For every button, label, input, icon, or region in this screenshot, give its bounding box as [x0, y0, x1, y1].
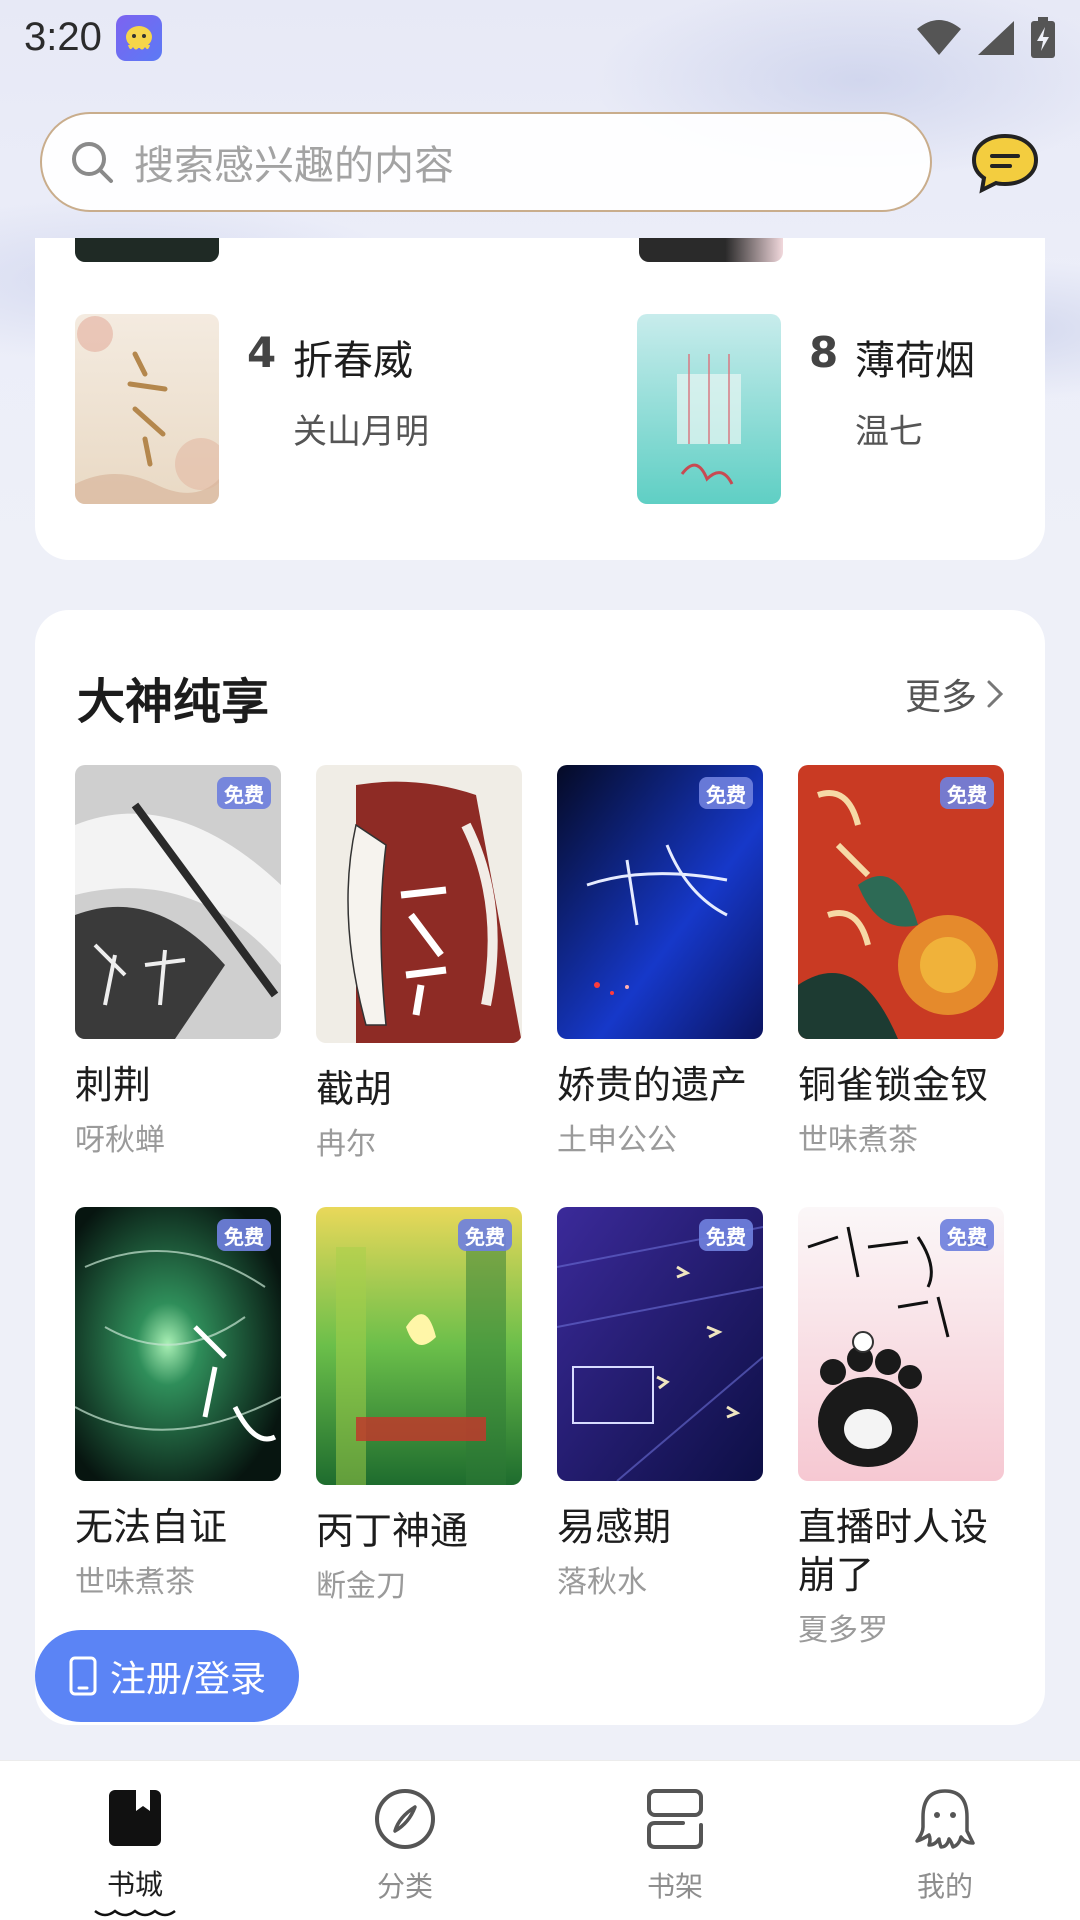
nav-item-bookshelf[interactable]: 书架	[540, 1761, 810, 1920]
rank-number: 8	[809, 328, 839, 377]
free-badge: 免费	[217, 1219, 271, 1251]
book-author: 夏多罗	[798, 1613, 888, 1648]
book-item[interactable]: 免费 直播时人设崩了 夏多罗	[798, 1207, 1006, 1649]
book-cover: 免费	[75, 1207, 281, 1481]
ranking-item[interactable]: 4 折春威 关山月明	[75, 314, 429, 504]
book-item[interactable]: 免费 易感期 落秋水	[557, 1207, 765, 1601]
status-bar: 3:20	[0, 0, 1080, 75]
book-cover: 免费	[798, 765, 1004, 1039]
book-icon	[109, 1790, 161, 1846]
more-label: 更多	[904, 677, 977, 718]
book-item[interactable]: 免费 娇贵的遗产 土申公公	[557, 765, 765, 1159]
rank-book-title: 薄荷烟	[855, 338, 975, 384]
book-cover: 免费	[75, 765, 281, 1039]
nav-item-category[interactable]: 分类	[270, 1761, 540, 1920]
book-cover: 免费	[316, 1207, 522, 1485]
nav-label: 我的	[916, 1870, 973, 1903]
book-title: 无法自证	[75, 1505, 228, 1549]
active-wave-indicator	[94, 1909, 176, 1917]
free-badge: 免费	[217, 777, 271, 809]
chat-bubble-icon	[971, 133, 1039, 194]
book-item[interactable]: 截胡 冉尔	[316, 765, 524, 1163]
book-author: 落秋水	[557, 1565, 647, 1600]
book-cover: 免费	[557, 765, 763, 1039]
book-title: 直播时人设崩了	[798, 1505, 989, 1597]
more-link[interactable]: 更多	[905, 668, 1005, 720]
free-badge: 免费	[699, 777, 753, 809]
book-author: 世味煮茶	[75, 1565, 195, 1600]
register-login-label: 注册/登录	[109, 1659, 267, 1700]
nav-label: 书架	[646, 1870, 703, 1903]
search-icon	[72, 142, 113, 183]
book-cover-partial[interactable]	[75, 238, 219, 262]
section-title: 大神纯享	[77, 674, 270, 730]
rank-book-author: 关山月明	[293, 412, 429, 452]
battery-icon	[1031, 16, 1055, 58]
compass-icon	[375, 1789, 435, 1849]
book-cover-partial[interactable]	[639, 238, 783, 262]
book-title: 易感期	[557, 1505, 672, 1549]
search-input[interactable]: 搜索感兴趣的内容	[40, 112, 932, 212]
book-title: 丙丁神通	[316, 1509, 469, 1553]
book-author: 断金刀	[316, 1569, 406, 1604]
bottom-navigation: 书城 分类 书架 我的	[0, 1760, 1080, 1920]
book-author: 土申公公	[557, 1123, 677, 1158]
status-icons	[916, 16, 1056, 59]
book-cover: 免费	[557, 1207, 763, 1481]
book-cover	[316, 765, 522, 1043]
book-title: 截胡	[316, 1067, 393, 1111]
free-badge: 免费	[458, 1219, 512, 1251]
nav-item-mine[interactable]: 我的	[810, 1761, 1080, 1920]
book-item[interactable]: 免费 丙丁神通 断金刀	[316, 1207, 524, 1605]
free-badge: 免费	[699, 1219, 753, 1251]
book-cover: 免费	[798, 1207, 1004, 1481]
free-badge: 免费	[940, 1219, 994, 1251]
book-item[interactable]: 免费 铜雀锁金钗 世味煮茶	[798, 765, 1006, 1159]
bookshelf-icon	[647, 1789, 703, 1849]
book-author: 世味煮茶	[798, 1123, 918, 1158]
nav-item-bookstore[interactable]: 书城	[0, 1761, 270, 1920]
ranking-item[interactable]: 8 薄荷烟 温七	[637, 314, 975, 504]
nav-label: 分类	[376, 1870, 433, 1903]
book-author: 冉尔	[316, 1127, 376, 1162]
rank-number: 4	[247, 328, 277, 377]
status-time: 3:20	[24, 15, 102, 59]
book-cover	[75, 314, 219, 504]
book-item[interactable]: 免费 刺荆 呀秋蝉	[75, 765, 283, 1159]
octopus-profile-icon	[915, 1789, 975, 1849]
ranking-card: 4 折春威 关山月明 8 薄荷烟 温七	[35, 238, 1045, 560]
book-author: 呀秋蝉	[75, 1123, 165, 1158]
signal-icon	[978, 20, 1014, 55]
nav-label: 书城	[106, 1868, 163, 1901]
book-cover	[637, 314, 781, 504]
rank-book-title: 折春威	[293, 338, 413, 384]
book-title: 刺荆	[75, 1063, 152, 1107]
wifi-icon	[917, 19, 961, 55]
featured-section-card: 大神纯享 更多 免费 刺荆 呀秋蝉 截胡 冉尔 免费 娇贵的遗产 土申公公 免费…	[35, 610, 1045, 1725]
phone-icon	[69, 1656, 97, 1696]
message-button[interactable]	[970, 132, 1040, 194]
book-title: 铜雀锁金钗	[798, 1063, 989, 1107]
book-title: 娇贵的遗产	[557, 1063, 748, 1107]
book-item[interactable]: 免费 无法自证 世味煮茶	[75, 1207, 283, 1601]
chevron-right-icon	[987, 680, 1004, 708]
rank-book-author: 温七	[855, 412, 923, 452]
free-badge: 免费	[940, 777, 994, 809]
register-login-button[interactable]: 注册/登录	[35, 1630, 299, 1722]
app-notification-icon	[115, 14, 162, 61]
search-placeholder: 搜索感兴趣的内容	[134, 143, 454, 189]
